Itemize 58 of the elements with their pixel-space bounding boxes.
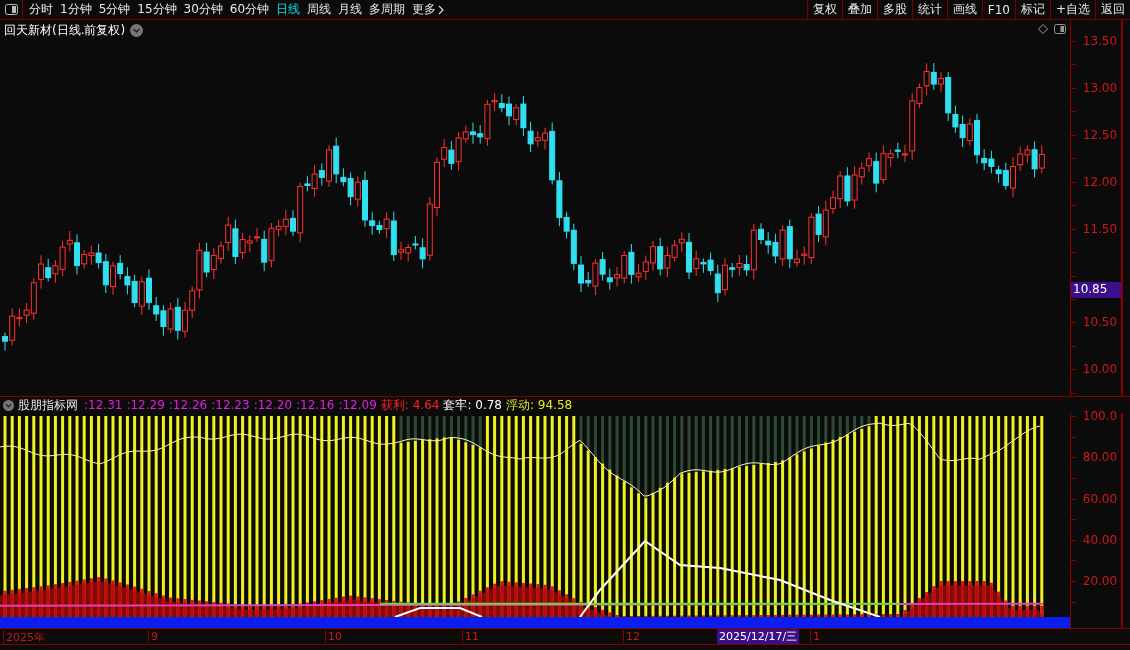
axis-label: 10.50 bbox=[1082, 315, 1118, 330]
period-tab[interactable]: 分时 bbox=[29, 1, 53, 18]
axis-label: 20.00 bbox=[1082, 574, 1118, 588]
toolbar-button[interactable]: 返回 bbox=[1095, 0, 1130, 19]
indicator-readout: 获利: 4.64 bbox=[380, 396, 440, 414]
indicator-value: :12.16 bbox=[296, 398, 335, 412]
date-label: 12 bbox=[623, 630, 640, 643]
toolbar-button[interactable]: F10 bbox=[981, 0, 1015, 19]
date-label: 9 bbox=[148, 630, 158, 643]
axis-label: 12.00 bbox=[1082, 174, 1118, 189]
period-tab[interactable]: 30分钟 bbox=[183, 1, 223, 18]
period-tab[interactable]: 15分钟 bbox=[137, 1, 177, 18]
toolbar-button[interactable]: 复权 bbox=[806, 0, 842, 19]
date-label: 10 bbox=[325, 630, 342, 643]
dropdown-icon[interactable] bbox=[130, 24, 144, 37]
indicator-value: :12.29 bbox=[126, 398, 165, 412]
price-tag: 10.85 bbox=[1071, 281, 1122, 298]
axis-label: 60.00 bbox=[1082, 491, 1118, 506]
axis-label: 80.00 bbox=[1082, 450, 1118, 465]
period-tab[interactable]: 多周期 bbox=[369, 1, 406, 18]
period-tab[interactable]: 5分钟 bbox=[98, 1, 131, 18]
indicator-readout: 浮动: 94.58 bbox=[506, 396, 573, 414]
toolbar-button[interactable]: 统计 bbox=[911, 0, 947, 19]
indicator-value: :12.26 bbox=[168, 398, 208, 412]
indicator-readout: 套牢: 0.78 bbox=[443, 396, 502, 414]
axis-label: 11.50 bbox=[1082, 221, 1118, 236]
indicator-value: :12.23 bbox=[211, 398, 250, 412]
date-label: 1 bbox=[810, 630, 820, 643]
toolbar-button[interactable]: 叠加 bbox=[841, 0, 877, 19]
period-tab[interactable]: 60分钟 bbox=[229, 1, 270, 18]
period-tab[interactable]: 更多 bbox=[412, 1, 445, 18]
axis-label: 13.50 bbox=[1082, 34, 1118, 48]
axis-label: 12.50 bbox=[1082, 127, 1118, 142]
diamond-icon[interactable] bbox=[1038, 24, 1048, 34]
date-label: 2025年 bbox=[3, 630, 45, 645]
period-tab[interactable]: 1分钟 bbox=[60, 1, 92, 18]
axis-label: 13.00 bbox=[1082, 80, 1118, 95]
dropdown-icon[interactable] bbox=[3, 399, 14, 411]
date-label: 11 bbox=[462, 630, 479, 643]
indicator-value: :12.09 bbox=[338, 398, 377, 412]
indicator-value: :12.31 bbox=[84, 398, 123, 412]
chart-title: 回天新材(日线.前复权) bbox=[4, 22, 126, 39]
indicator-value: :12.20 bbox=[253, 398, 293, 412]
toolbar-button[interactable]: 标记 bbox=[1014, 0, 1050, 19]
date-cursor-label: 2025/12/17/三 bbox=[717, 629, 800, 644]
period-tab[interactable]: 周线 bbox=[307, 1, 332, 18]
period-tab[interactable]: 月线 bbox=[338, 1, 363, 18]
axis-label: 10.00 bbox=[1082, 362, 1118, 377]
toolbar-button[interactable]: 画线 bbox=[946, 0, 982, 19]
panel-toggle-icon[interactable] bbox=[1054, 24, 1066, 34]
panel-toggle-icon[interactable] bbox=[4, 4, 18, 15]
axis-label: 100.0 bbox=[1082, 409, 1118, 423]
indicator-name: 股朋指标网 bbox=[18, 396, 78, 414]
chevron-right-icon bbox=[438, 4, 445, 15]
axis-label: 40.00 bbox=[1082, 532, 1118, 547]
period-tab[interactable]: 日线 bbox=[276, 1, 301, 18]
toolbar-button[interactable]: 多股 bbox=[876, 0, 912, 19]
toolbar-button[interactable]: +自选 bbox=[1049, 0, 1095, 19]
